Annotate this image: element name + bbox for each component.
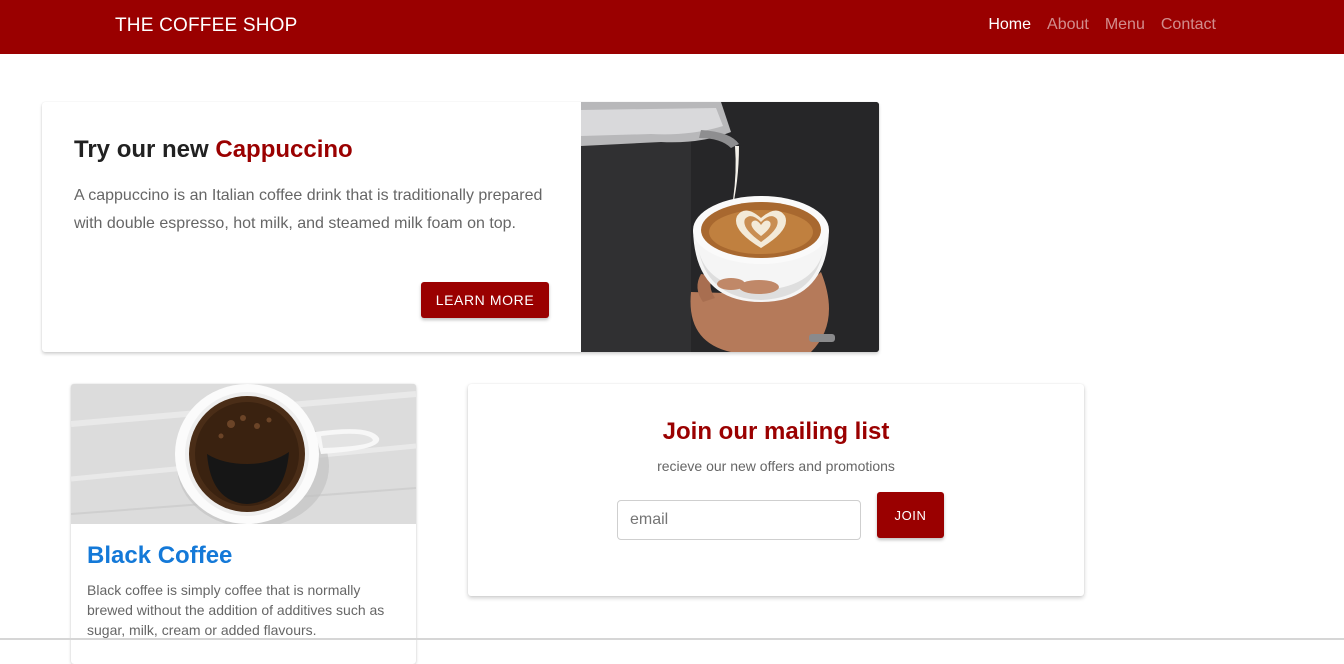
email-input[interactable]	[617, 500, 861, 540]
hero-title-prefix: Try our new	[74, 136, 216, 163]
mailing-list-card: Join our mailing list recieve our new of…	[468, 384, 1084, 596]
latte-art-pour-photo	[581, 102, 879, 352]
mailing-title: Join our mailing list	[662, 418, 890, 445]
black-coffee-card: Black Coffee Black coffee is simply coff…	[71, 384, 416, 664]
product-title[interactable]: Black Coffee	[87, 542, 232, 570]
mailing-subtitle: recieve our new offers and promotions	[657, 458, 895, 474]
nav-link-contact[interactable]: Contact	[1161, 16, 1216, 34]
product-description: Black coffee is simply coffee that is no…	[87, 582, 385, 638]
brand-link[interactable]: THE COFFEE SHOP	[115, 15, 297, 37]
nav-link-menu[interactable]: Menu	[1105, 16, 1145, 34]
black-coffee-cup-photo	[71, 384, 416, 524]
top-navbar: THE COFFEE SHOP Home About Menu Contact	[0, 0, 1344, 54]
featured-cappuccino-card: Try our new Cappuccino A cappuccino is a…	[42, 102, 879, 352]
hero-title-accent: Cappuccino	[215, 136, 353, 163]
hero-title: Try our new Cappuccino	[74, 136, 353, 164]
hero-description: A cappuccino is an Italian coffee drink …	[74, 187, 543, 232]
nav-link-home[interactable]: Home	[988, 16, 1031, 34]
learn-more-button[interactable]: LEARN MORE	[421, 282, 549, 318]
nav-link-about[interactable]: About	[1047, 16, 1089, 34]
nav-links: Home About Menu Contact	[988, 16, 1216, 34]
join-button[interactable]: JOIN	[877, 492, 944, 538]
